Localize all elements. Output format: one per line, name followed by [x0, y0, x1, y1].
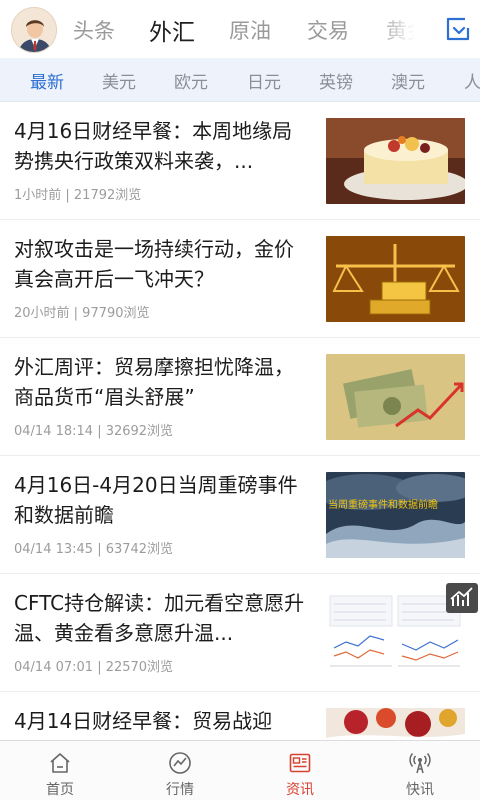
news-meta: 1小时前 | 21792浏览	[14, 188, 142, 203]
sub-tab-jpy[interactable]: 日元	[247, 68, 281, 93]
cake-thumbnail	[326, 118, 465, 204]
sub-tab-usd[interactable]: 美元	[102, 68, 136, 93]
storm-thumbnail: 当周重磅事件和数据前瞻	[326, 472, 465, 558]
nav-home[interactable]: 首页	[0, 741, 120, 800]
news-title: 外汇周评：贸易摩擦担忧降温，商品货币“眉头舒展”	[14, 355, 294, 409]
sub-tab-more[interactable]: 人	[464, 68, 480, 93]
news-item[interactable]: 外汇周评：贸易摩擦担忧降温，商品货币“眉头舒展” 04/14 18:14 | 3…	[0, 338, 480, 456]
nav-market[interactable]: 行情	[120, 741, 240, 800]
cftc-chart-thumbnail	[326, 590, 465, 676]
market-chart-float-button[interactable]	[446, 583, 478, 613]
news-title: 4月16日-4月20日当周重磅事件和数据前瞻	[14, 473, 298, 527]
top-category-bar: 头条 外汇 原油 交易 黄金	[0, 0, 480, 58]
news-meta: 04/14 18:14 | 32692浏览	[14, 424, 174, 439]
sub-category-bar: 最新 美元 欧元 日元 英镑 澳元 人	[0, 58, 480, 102]
nav-flash-label: 快讯	[406, 782, 434, 798]
sub-tab-gbp[interactable]: 英镑	[319, 68, 353, 93]
tabs-fade	[376, 0, 436, 58]
news-title: 4月16日财经早餐：本周地缘局势携央行政策双料来袭，...	[14, 119, 293, 173]
news-title: 4月14日财经早餐：贸易战迎	[14, 709, 273, 733]
top-tabs: 头条 外汇 原油 交易 黄金	[56, 0, 436, 58]
top-tab-trading[interactable]: 交易	[307, 15, 349, 45]
thumb-caption: 当周重磅事件和数据前瞻	[328, 498, 438, 511]
nav-news-label: 资讯	[286, 782, 314, 798]
news-title: CFTC持仓解读：加元看空意愿升温、黄金看多意愿升温...	[14, 591, 305, 645]
news-item[interactable]: 对叙攻击是一场持续行动，金价真会高开后一飞冲天？ 20小时前 | 97790浏览	[0, 220, 480, 338]
fruit-thumbnail	[326, 708, 465, 740]
news-meta: 04/14 07:01 | 22570浏览	[14, 660, 174, 675]
news-item[interactable]: 4月16日财经早餐：本周地缘局势携央行政策双料来袭，... 1小时前 | 217…	[0, 102, 480, 220]
dollar-chart-thumbnail	[326, 354, 465, 440]
bottom-navigation: 首页 行情 资讯 快讯	[0, 740, 480, 800]
top-tab-crude-oil[interactable]: 原油	[229, 15, 271, 45]
nav-flash[interactable]: 快讯	[360, 741, 480, 800]
sub-tab-eur[interactable]: 欧元	[174, 68, 208, 93]
news-meta: 04/14 13:45 | 63742浏览	[14, 542, 174, 557]
news-icon	[289, 753, 311, 773]
channel-dropdown-icon	[446, 17, 470, 41]
nav-news[interactable]: 资讯	[240, 741, 360, 800]
nav-market-label: 行情	[166, 782, 194, 798]
broadcast-icon	[409, 753, 431, 774]
trend-chart-icon	[450, 587, 473, 606]
news-item[interactable]: 4月16日-4月20日当周重磅事件和数据前瞻 04/14 13:45 | 637…	[0, 456, 480, 574]
top-tab-headlines[interactable]: 头条	[73, 15, 115, 45]
news-item[interactable]: CFTC持仓解读：加元看空意愿升温、黄金看多意愿升温... 04/14 07:0…	[0, 574, 480, 692]
gold-scale-thumbnail	[326, 236, 465, 322]
sub-tab-aud[interactable]: 澳元	[391, 68, 425, 93]
sub-tab-latest[interactable]: 最新	[30, 68, 64, 93]
news-feed: 4月16日财经早餐：本周地缘局势携央行政策双料来袭，... 1小时前 | 217…	[0, 102, 480, 740]
market-icon	[169, 752, 191, 774]
news-meta: 20小时前 | 97790浏览	[14, 306, 150, 321]
nav-home-label: 首页	[46, 782, 74, 798]
user-avatar[interactable]	[11, 7, 57, 53]
top-tab-forex[interactable]: 外汇	[149, 13, 195, 47]
news-title: 对叙攻击是一场持续行动，金价真会高开后一飞冲天？	[14, 237, 294, 291]
channel-edit-button[interactable]	[444, 15, 472, 43]
avatar-icon	[12, 8, 56, 52]
news-item[interactable]: 4月14日财经早餐：贸易战迎	[0, 692, 480, 740]
home-icon	[50, 753, 70, 773]
